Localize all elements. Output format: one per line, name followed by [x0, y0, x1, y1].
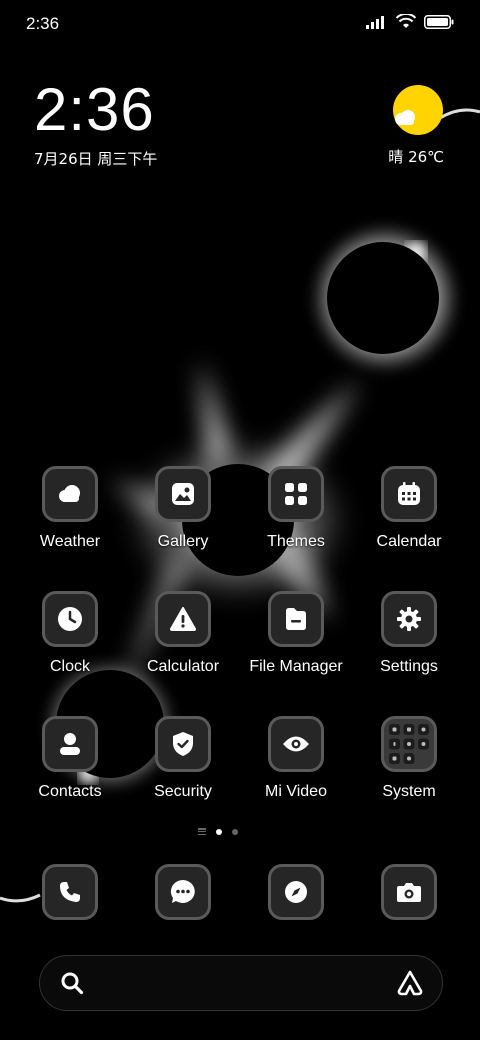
app-security[interactable]: Security	[127, 716, 239, 801]
app-clock[interactable]: Clock	[14, 591, 126, 676]
eye-icon	[283, 736, 309, 752]
app-icon-frame	[268, 716, 324, 772]
app-gallery[interactable]: Gallery	[127, 466, 239, 551]
dock-messages[interactable]	[155, 864, 211, 920]
app-icon-frame	[155, 716, 211, 772]
page-indicator[interactable]	[198, 828, 238, 835]
app-label: File Manager	[249, 658, 343, 675]
status-icons	[366, 14, 454, 29]
image-icon	[172, 483, 194, 505]
app-calendar[interactable]: Calendar	[353, 466, 465, 551]
app-label: Themes	[267, 533, 325, 550]
app-icon-frame	[381, 864, 437, 920]
weather-condition-temp: 晴 26℃	[388, 148, 444, 166]
clock-widget[interactable]: 2:36 7月26日 周三下午	[34, 80, 157, 169]
weather-widget[interactable]: 晴 26℃	[360, 82, 450, 172]
compass-icon	[285, 881, 307, 903]
app-calculator[interactable]: Calculator	[127, 591, 239, 676]
app-settings[interactable]: Settings	[353, 591, 465, 676]
status-bar: 2:36	[0, 0, 480, 50]
message-icon	[170, 879, 195, 903]
app-icon-frame	[42, 716, 98, 772]
wifi-icon	[396, 14, 416, 28]
app-icon-frame	[42, 591, 98, 647]
app-icon-frame	[381, 716, 437, 772]
minus-one-screen-indicator	[198, 828, 206, 835]
app-icon-frame	[155, 591, 211, 647]
app-contacts[interactable]: Contacts	[14, 716, 126, 801]
app-icon-frame	[268, 864, 324, 920]
app-label: Contacts	[38, 783, 102, 800]
phone-icon	[60, 882, 80, 902]
app-icon-frame	[268, 466, 324, 522]
app-icon-frame	[42, 466, 98, 522]
app-icon-frame	[42, 864, 98, 920]
dock-browser[interactable]	[268, 864, 324, 920]
sun-cloud-icon	[393, 85, 443, 135]
app-weather[interactable]: Weather	[14, 466, 126, 551]
search-bar[interactable]	[39, 955, 443, 1011]
app-icon-frame	[155, 864, 211, 920]
app-mi-video[interactable]: Mi Video	[240, 716, 352, 801]
app-label: Calculator	[146, 658, 220, 675]
folder-grid-icon	[389, 724, 429, 764]
app-icon-frame	[268, 591, 324, 647]
calendar-icon	[398, 482, 420, 505]
clock-icon	[58, 607, 82, 631]
camera-icon	[397, 883, 421, 902]
app-label: Security	[154, 783, 212, 800]
app-icon-frame	[381, 591, 437, 647]
gear-icon	[397, 607, 421, 631]
app-themes[interactable]: Themes	[240, 466, 352, 551]
grid-icon	[285, 483, 307, 505]
folder-icon	[286, 608, 306, 630]
warning-icon	[170, 607, 196, 631]
widget-date: 7月26日 周三下午	[34, 150, 158, 168]
search-icon-wrap	[60, 971, 84, 999]
app-label: Calendar	[376, 533, 442, 550]
app-label: Weather	[39, 533, 101, 550]
assistant-icon	[397, 970, 423, 996]
app-icon-frame	[381, 466, 437, 522]
page-dot-active	[216, 828, 222, 835]
battery-icon	[424, 14, 454, 29]
app-label: Mi Video	[265, 783, 327, 800]
folder-system[interactable]: System	[353, 716, 465, 801]
assistant-button[interactable]	[396, 969, 424, 1001]
widget-time: 2:36	[34, 76, 155, 143]
app-icon-frame	[155, 466, 211, 522]
signal-icon	[366, 15, 384, 29]
app-label: Gallery	[157, 533, 209, 550]
cloud-icon	[59, 485, 80, 502]
app-file-manager[interactable]: File Manager	[240, 591, 352, 676]
search-icon	[61, 972, 84, 995]
shield-icon	[173, 732, 193, 756]
dock-phone[interactable]	[42, 864, 98, 920]
status-time: 2:36	[26, 14, 60, 33]
person-icon	[60, 733, 80, 755]
app-label: Clock	[49, 658, 90, 675]
dock-camera[interactable]	[381, 864, 437, 920]
app-label: Settings	[380, 658, 438, 675]
page-dot	[232, 828, 238, 835]
app-label: System	[382, 783, 436, 800]
